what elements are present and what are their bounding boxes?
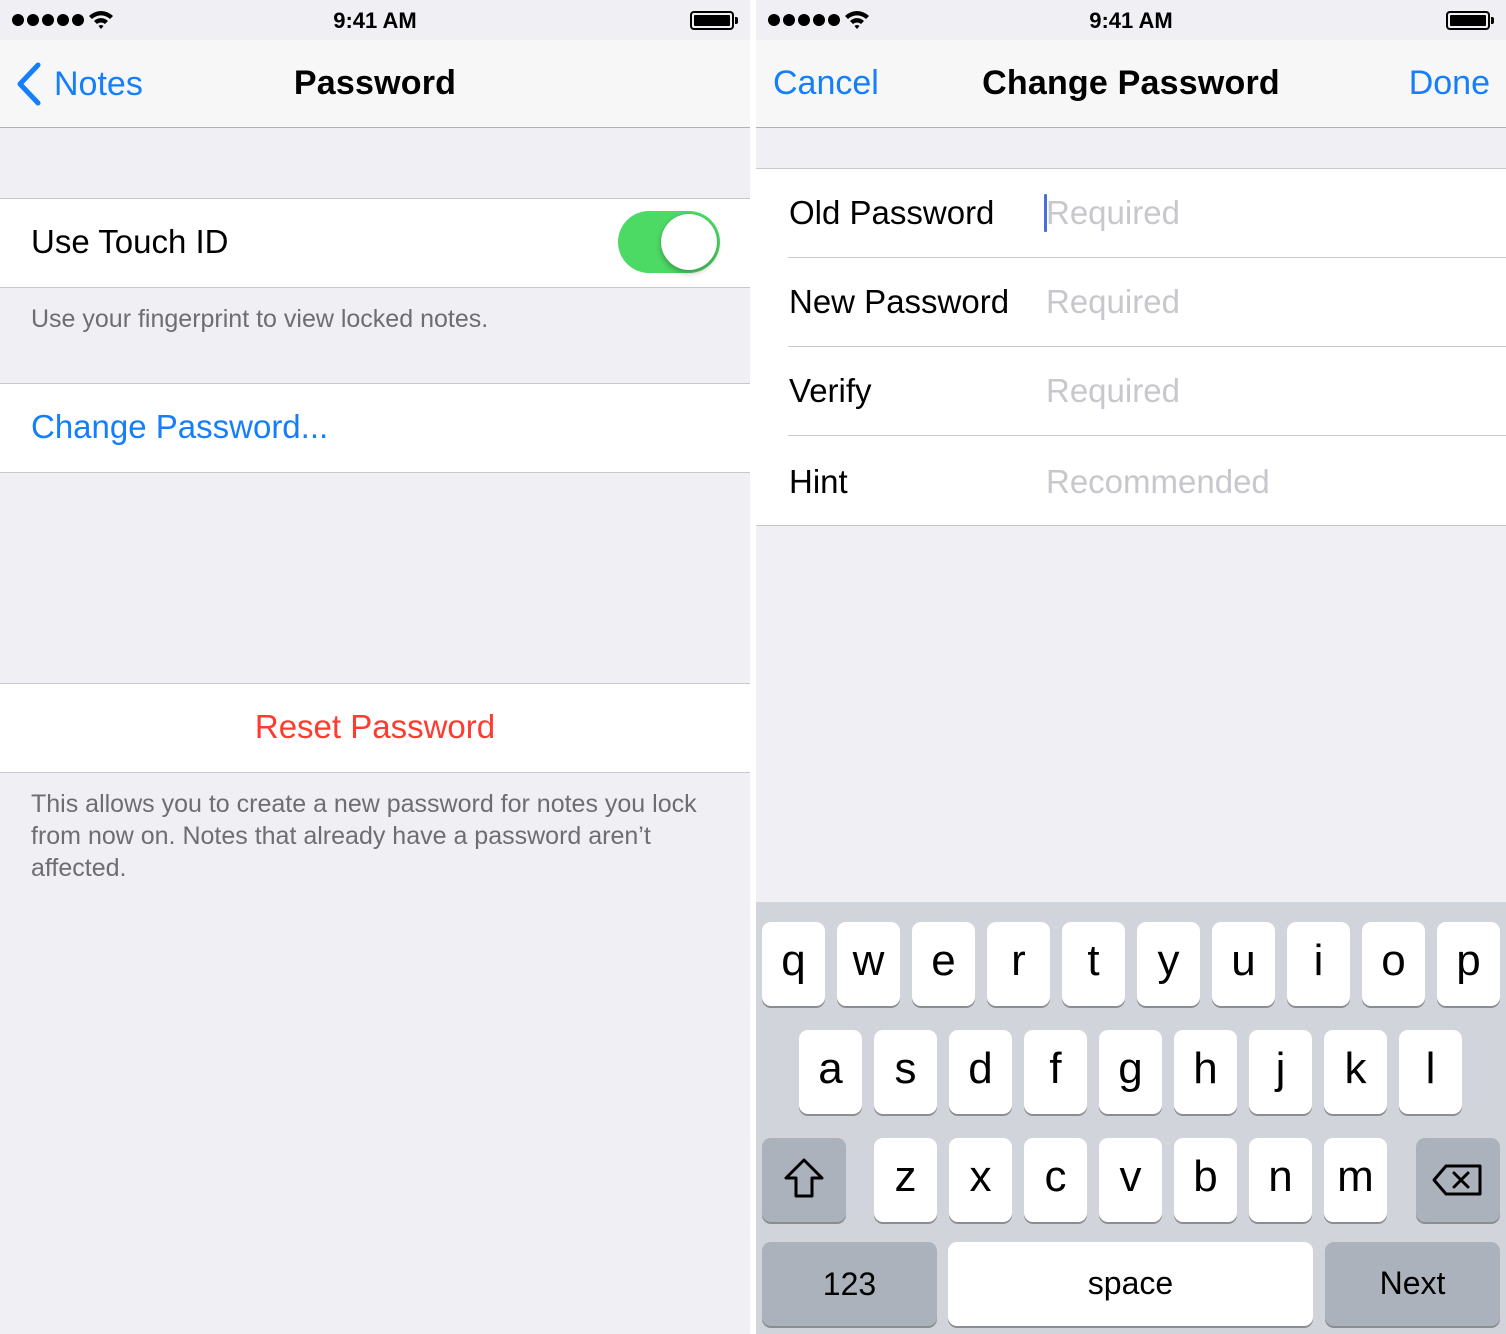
key-u[interactable]: u bbox=[1212, 922, 1275, 1006]
battery-icon bbox=[690, 11, 738, 30]
touch-id-cell: Use Touch ID bbox=[0, 198, 750, 288]
key-s[interactable]: s bbox=[874, 1030, 937, 1114]
key-p[interactable]: p bbox=[1437, 922, 1500, 1006]
reset-password-cell[interactable]: Reset Password bbox=[0, 683, 750, 773]
page-title: Change Password bbox=[982, 64, 1280, 102]
delete-icon bbox=[1432, 1164, 1482, 1196]
password-form: Old Password New Password Verify Hint bbox=[756, 168, 1506, 526]
status-time: 9:41 AM bbox=[333, 8, 417, 33]
key-q[interactable]: q bbox=[762, 922, 825, 1006]
key-l[interactable]: l bbox=[1399, 1030, 1462, 1114]
new-password-label: New Password bbox=[789, 283, 1010, 320]
old-password-label: Old Password bbox=[789, 194, 995, 231]
space-key[interactable]: space bbox=[948, 1242, 1313, 1326]
key-e[interactable]: e bbox=[912, 922, 975, 1006]
old-password-field[interactable] bbox=[1044, 187, 1484, 239]
key-k[interactable]: k bbox=[1324, 1030, 1387, 1114]
status-bar: 9:41 AM bbox=[756, 0, 1506, 40]
key-r[interactable]: r bbox=[987, 922, 1050, 1006]
touch-id-footer: Use your fingerprint to view locked note… bbox=[31, 305, 489, 333]
key-j[interactable]: j bbox=[1249, 1030, 1312, 1114]
key-o[interactable]: o bbox=[1362, 922, 1425, 1006]
page-title: Password bbox=[293, 64, 457, 102]
hint-row: Hint bbox=[756, 436, 1506, 527]
old-password-row: Old Password bbox=[756, 169, 1506, 258]
delete-key[interactable] bbox=[1416, 1138, 1500, 1222]
key-n[interactable]: n bbox=[1249, 1138, 1312, 1222]
next-key[interactable]: Next bbox=[1325, 1242, 1500, 1326]
key-d[interactable]: d bbox=[949, 1030, 1012, 1114]
key-f[interactable]: f bbox=[1024, 1030, 1087, 1114]
text-cursor bbox=[1044, 194, 1047, 232]
key-x[interactable]: x bbox=[949, 1138, 1012, 1222]
done-button[interactable]: Done bbox=[1409, 64, 1490, 103]
new-password-row: New Password bbox=[756, 258, 1506, 347]
key-v[interactable]: v bbox=[1099, 1138, 1162, 1222]
status-bar: 9:41 AM bbox=[0, 0, 750, 40]
change-password-link[interactable]: Change Password... bbox=[31, 408, 328, 446]
key-b[interactable]: b bbox=[1174, 1138, 1237, 1222]
verify-field[interactable] bbox=[1044, 365, 1484, 417]
key-y[interactable]: y bbox=[1137, 922, 1200, 1006]
key-c[interactable]: c bbox=[1024, 1138, 1087, 1222]
touch-id-switch[interactable] bbox=[618, 211, 720, 273]
verify-label: Verify bbox=[789, 372, 872, 409]
password-settings-screen: 9:41 AM Notes Password Use Touch ID Use … bbox=[0, 0, 750, 1334]
key-h[interactable]: h bbox=[1174, 1030, 1237, 1114]
key-a[interactable]: a bbox=[799, 1030, 862, 1114]
key-m[interactable]: m bbox=[1324, 1138, 1387, 1222]
numbers-key[interactable]: 123 bbox=[762, 1242, 937, 1326]
touch-id-label: Use Touch ID bbox=[31, 223, 229, 260]
status-time: 9:41 AM bbox=[1089, 8, 1173, 33]
key-w[interactable]: w bbox=[837, 922, 900, 1006]
verify-row: Verify bbox=[756, 347, 1506, 436]
battery-icon bbox=[1446, 11, 1494, 30]
keyboard: q w e r t y u i o p a s d f g h j k l z … bbox=[756, 902, 1506, 1334]
reset-password-button[interactable]: Reset Password bbox=[0, 708, 750, 746]
key-t[interactable]: t bbox=[1062, 922, 1125, 1006]
hint-label: Hint bbox=[789, 463, 848, 500]
navigation-bar: Cancel Change Password Done bbox=[756, 40, 1506, 128]
change-password-screen: 9:41 AM Cancel Change Password Done Old … bbox=[756, 0, 1506, 1334]
change-password-cell[interactable]: Change Password... bbox=[0, 383, 750, 473]
key-g[interactable]: g bbox=[1099, 1030, 1162, 1114]
key-z[interactable]: z bbox=[874, 1138, 937, 1222]
shift-key[interactable] bbox=[762, 1138, 846, 1222]
hint-field[interactable] bbox=[1044, 456, 1484, 508]
key-i[interactable]: i bbox=[1287, 922, 1350, 1006]
new-password-field[interactable] bbox=[1044, 276, 1484, 328]
switch-knob bbox=[661, 214, 717, 270]
shift-icon bbox=[784, 1158, 824, 1198]
navigation-bar: Notes Password bbox=[0, 40, 750, 128]
reset-password-footer: This allows you to create a new password… bbox=[31, 790, 697, 882]
